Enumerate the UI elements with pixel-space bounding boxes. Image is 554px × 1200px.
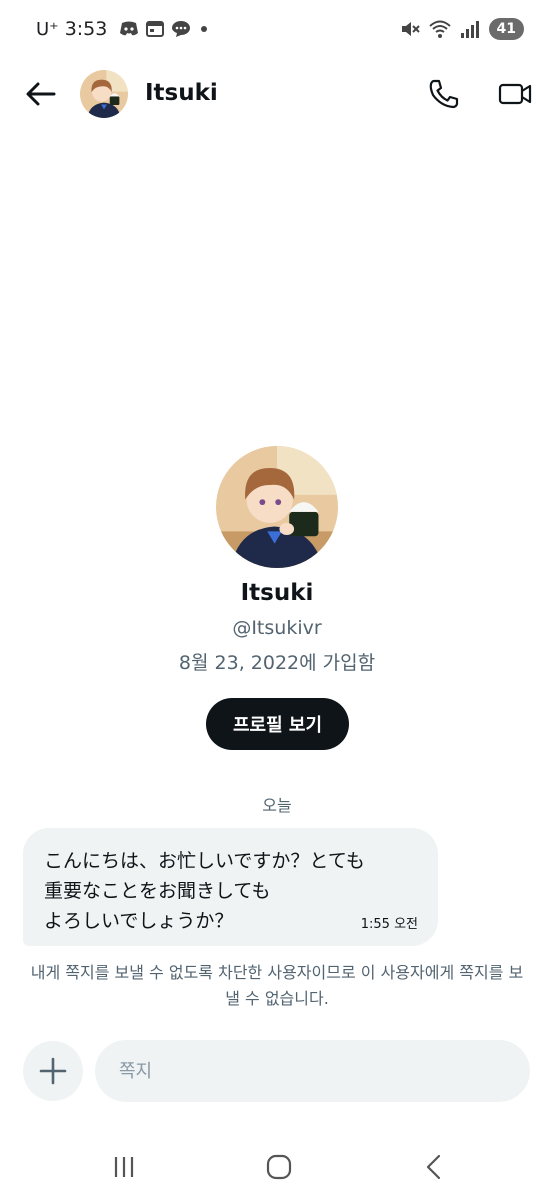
calendar-icon bbox=[145, 20, 165, 38]
conversation-header: Itsuki bbox=[0, 62, 554, 126]
profile-avatar[interactable] bbox=[216, 446, 338, 568]
recent-apps-button[interactable] bbox=[104, 1152, 144, 1182]
message-timestamp: 1:55 오전 bbox=[360, 917, 418, 932]
profile-name: Itsuki bbox=[240, 580, 314, 606]
battery-indicator: 41 bbox=[488, 18, 524, 40]
status-right: 41 bbox=[399, 18, 524, 40]
arrow-left-icon bbox=[26, 82, 56, 106]
avatar-image bbox=[80, 70, 128, 118]
discord-icon bbox=[119, 20, 139, 38]
notification-dot bbox=[201, 26, 208, 32]
status-left: U⁺ 3:53 bbox=[36, 18, 208, 40]
header-title[interactable]: Itsuki bbox=[145, 80, 218, 106]
plus-icon bbox=[39, 1057, 67, 1085]
mute-icon bbox=[399, 19, 421, 39]
date-divider: 오늘 bbox=[262, 796, 292, 815]
system-nav-bar bbox=[0, 1140, 554, 1200]
video-camera-icon bbox=[498, 83, 532, 105]
profile-handle: @Itsukivr bbox=[232, 617, 322, 639]
home-button[interactable] bbox=[259, 1152, 299, 1182]
signal-icon bbox=[459, 19, 481, 39]
add-media-button[interactable] bbox=[23, 1041, 83, 1101]
profile-join-date: 8월 23, 2022에 가입함 bbox=[178, 652, 376, 674]
carrier-label: U⁺ bbox=[36, 18, 59, 40]
status-bar: U⁺ 3:53 41 bbox=[0, 0, 554, 62]
status-time: 3:53 bbox=[64, 18, 108, 40]
wifi-icon bbox=[428, 19, 451, 39]
avatar-image bbox=[216, 446, 338, 568]
home-icon bbox=[266, 1154, 292, 1180]
message-input-container bbox=[95, 1040, 530, 1102]
blocked-notice: 내게 쪽지를 보낼 수 없도록 차단한 사용자이므로 이 사용자에게 쪽지를 보… bbox=[30, 963, 524, 1008]
message-bubble[interactable]: こんにちは、お忙しいですか？とても 重要なことをお聞きしても よろしいでしょうか… bbox=[23, 828, 438, 946]
message-input[interactable] bbox=[95, 1040, 530, 1102]
call-button[interactable] bbox=[424, 74, 464, 114]
header-avatar[interactable] bbox=[80, 70, 128, 118]
chat-icon bbox=[171, 20, 191, 38]
system-back-button[interactable] bbox=[414, 1152, 454, 1182]
back-button[interactable] bbox=[20, 74, 62, 114]
phone-icon bbox=[429, 79, 459, 109]
video-call-button[interactable] bbox=[494, 74, 536, 114]
message-text: こんにちは、お忙しいですか？とても 重要なことをお聞きしても よろしいでしょうか… bbox=[44, 850, 365, 932]
view-profile-button[interactable]: 프로필 보기 bbox=[206, 698, 349, 750]
back-icon bbox=[426, 1154, 441, 1180]
recent-apps-icon bbox=[114, 1157, 134, 1177]
